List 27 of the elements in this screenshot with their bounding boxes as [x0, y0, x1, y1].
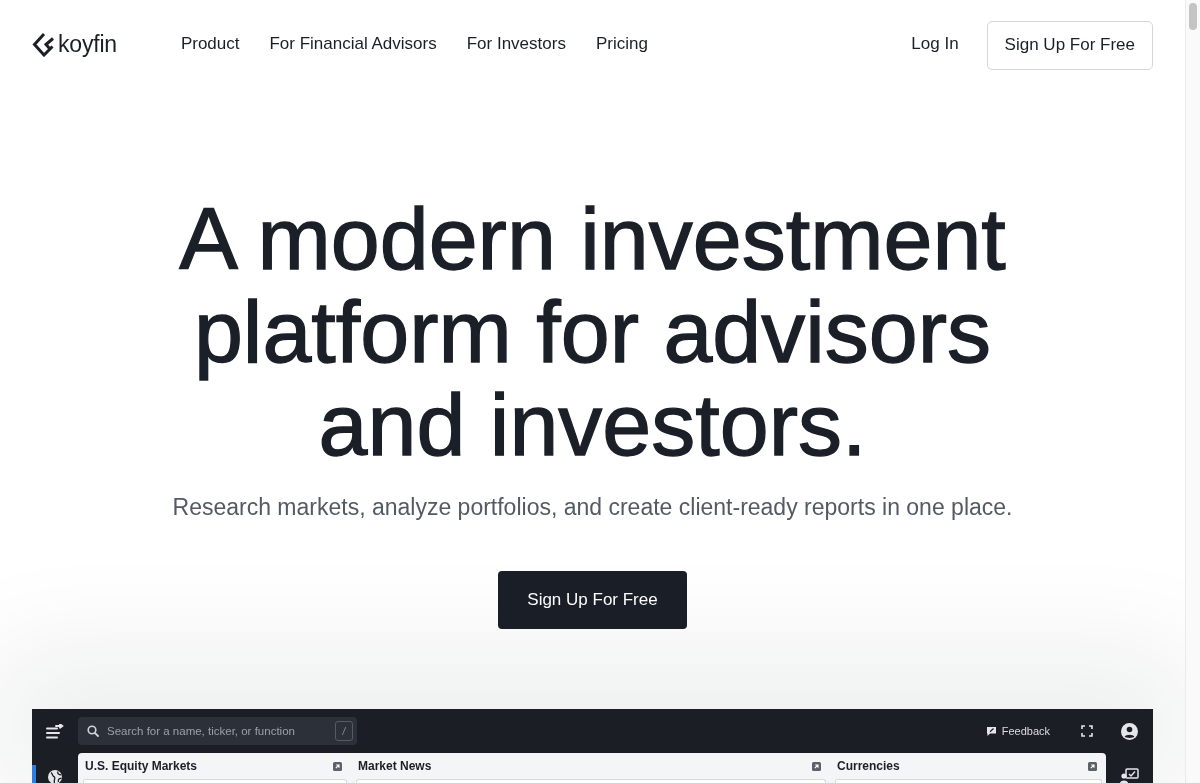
signup-button[interactable]: Sign Up For Free: [986, 20, 1153, 70]
presenter-icon[interactable]: [1120, 768, 1139, 783]
fullscreen-icon[interactable]: [1081, 725, 1093, 737]
logo-icon: [32, 31, 55, 57]
widget-title: U.S. Equity Markets: [85, 759, 198, 773]
feedback-button[interactable]: Feedback: [985, 725, 1050, 737]
comment-icon: [985, 725, 997, 737]
hero-heading: A modern investment platform for advisors and investors.: [178, 192, 1007, 471]
nav-link[interactable]: Product: [180, 34, 240, 54]
user-icon[interactable]: [1121, 722, 1138, 740]
login-link[interactable]: Log In: [911, 34, 959, 54]
hero-subheading: Research markets, analyze portfolios, and create client-ready reports in one place.: [172, 493, 1013, 521]
nav-link[interactable]: For Investors: [466, 34, 566, 54]
expand-icon[interactable]: [812, 761, 821, 771]
widget-title: Market News: [358, 759, 432, 773]
expand-icon[interactable]: [1088, 761, 1097, 771]
nav-link[interactable]: Pricing: [595, 34, 648, 54]
nav-link[interactable]: For Financial Advisors: [269, 34, 437, 54]
widget-title: Currencies: [837, 759, 900, 773]
globe-icon[interactable]: [48, 770, 62, 783]
menu-icon[interactable]: [46, 723, 64, 739]
scrollbar-thumb[interactable]: [1189, 3, 1197, 30]
shortcut-key: /: [335, 721, 353, 741]
search-icon: [87, 725, 99, 737]
expand-icon[interactable]: [333, 761, 342, 771]
signup-button[interactable]: Sign Up For Free: [498, 571, 687, 629]
logo-link[interactable]: koyfin: [32, 30, 117, 58]
